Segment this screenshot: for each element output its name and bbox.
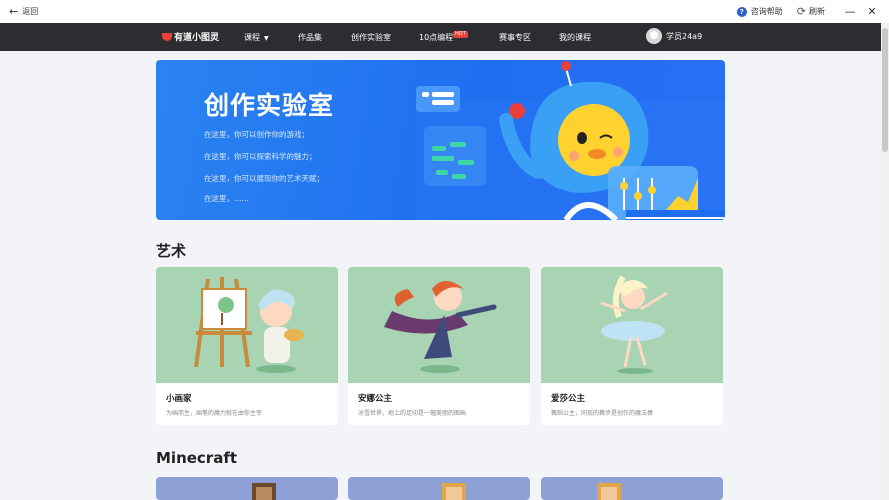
nav-item-label: 我的课程 [559,33,591,42]
card-illustration [156,267,338,383]
card-illustration [348,267,530,383]
refresh-label: 刷新 [809,7,825,16]
banner-title: 创作实验室 [204,91,335,120]
hot-badge: HOT [453,31,468,38]
card-illustration [156,477,338,500]
card-minecraft-1[interactable] [156,477,338,500]
nav-item-label: 作品集 [298,33,322,42]
section-title-art: 艺术 [156,242,187,260]
card-title: 小画家 [166,394,192,404]
card-illustration [541,477,723,500]
card-princess-anna[interactable]: 安娜公主 冰雪世界，地上的足印是一幅美丽的图画 [348,267,530,425]
nav-item-10-coding[interactable]: 10点编程 HOT [419,31,468,43]
nav-item-portfolio[interactable]: 作品集 [298,32,322,43]
banner-line: 在这里，你可以展现你的艺术天赋； [204,174,324,183]
avatar [646,28,662,44]
close-button[interactable]: ✕ [861,5,883,18]
banner-line: 在这里，你可以探索科学的魅力； [204,152,317,161]
back-button[interactable]: ← 返回 [9,6,38,17]
painter-illustration [194,277,304,373]
logo-text: 有道小图灵 [174,33,220,43]
nav-item-courses[interactable]: 课程 ▼ [244,32,269,43]
nav-item-contest[interactable]: 赛事专区 [499,32,531,43]
user-menu[interactable]: 学员24a9 [646,28,702,44]
nav-item-my-courses[interactable]: 我的课程 [559,32,591,43]
card-princess-elsa[interactable]: 爱莎公主 舞蹈公主，同现的舞步是创作的魔法棒 [541,267,723,425]
refresh-icon: ⟳ [796,5,806,18]
card-title: 安娜公主 [358,394,393,404]
banner-line: 在这里，你可以创作你的游戏； [204,130,309,139]
card-desc: 冰雪世界，地上的足印是一幅美丽的图画 [358,410,467,417]
scrollbar-thumb[interactable] [882,28,888,152]
arrow-left-icon: ← [9,5,19,18]
logo[interactable]: 有道小图灵 [162,30,219,43]
username: 学员24a9 [666,31,703,41]
minimize-button[interactable]: — [839,5,861,18]
card-illustration [541,267,723,383]
minecraft-character-illustration [442,483,466,500]
top-navbar: 有道小图灵 课程 ▼ 作品集 创作实验室 10点编程 HOT 赛事专区 我的课程 … [0,23,881,51]
nav-item-label: 创作实验室 [351,33,391,42]
nav-item-creative-lab[interactable]: 创作实验室 [351,32,391,43]
question-icon: ? [736,6,747,17]
section-title-minecraft: Minecraft [156,449,238,467]
refresh-button[interactable]: ⟳ 刷新 [797,5,825,18]
card-desc: 舞蹈公主，同现的舞步是创作的魔法棒 [551,410,654,417]
help-button[interactable]: ? 咨询帮助 [736,6,783,17]
help-label: 咨询帮助 [750,7,783,16]
banner-line: 在这里，…… [204,194,249,203]
card-illustration [348,477,530,500]
card-title: 爱莎公主 [551,394,586,404]
card-desc: 为画而生，画笔的魔力就在由你主宰 [166,410,263,417]
title-bar: ← 返回 ? 咨询帮助 ⟳ 刷新 — ✕ [0,0,889,23]
nav-item-label: 赛事专区 [499,33,531,42]
minecraft-character-illustration [252,483,276,500]
nav-item-label: 10点编程 [419,33,454,42]
elsa-illustration [600,275,668,374]
card-minecraft-2[interactable] [348,477,530,500]
anna-illustration [384,281,497,373]
card-little-painter[interactable]: 小画家 为画而生，画笔的魔力就在由你主宰 [156,267,338,425]
caret-down-icon: ▼ [264,35,269,42]
hero-banner: 创作实验室 在这里，你可以创作你的游戏； 在这里，你可以探索科学的魅力； 在这里… [156,60,725,220]
card-minecraft-3[interactable] [541,477,723,500]
mascot-illustration [416,61,725,220]
nav-item-label: 课程 [244,33,260,42]
minecraft-character-illustration [597,483,621,500]
logo-icon [162,32,172,41]
back-label: 返回 [22,7,39,16]
